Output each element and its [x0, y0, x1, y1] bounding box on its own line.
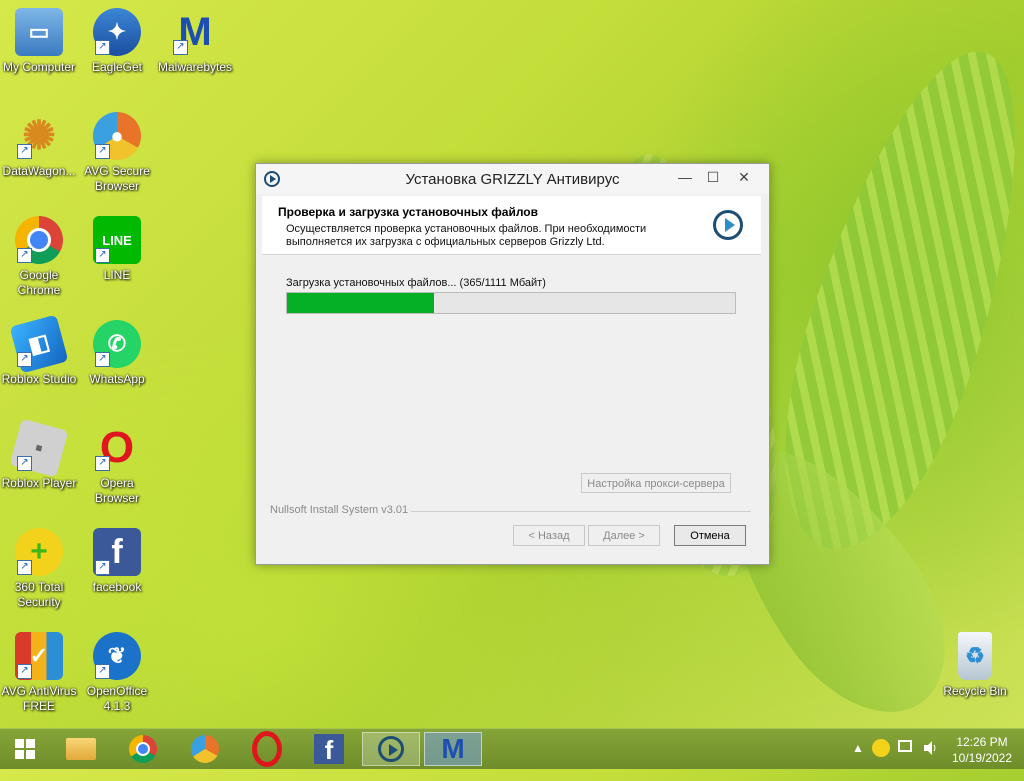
file-explorer-icon[interactable]: [56, 732, 106, 766]
desktop-icon-avg-antivirus[interactable]: ✓ ↗ AVG AntiVirus FREE: [0, 632, 78, 714]
shortcut-arrow-icon: ↗: [95, 664, 110, 679]
desktop-icon-opera[interactable]: O ↗ Opera Browser: [78, 423, 156, 506]
desktop-icon-360-total-security[interactable]: + ↗ 360 Total Security: [0, 528, 78, 610]
close-button[interactable]: ✕: [722, 166, 766, 188]
computer-icon: ▭: [15, 8, 63, 56]
cancel-button[interactable]: Отмена: [674, 525, 746, 546]
avg-browser-icon[interactable]: [180, 732, 230, 766]
network-icon[interactable]: [898, 740, 912, 780]
nsis-branding: Nullsoft Install System v3.01: [270, 504, 409, 516]
shortcut-arrow-icon: ↗: [95, 560, 110, 575]
desktop-icon-eagleget[interactable]: ✦ ↗ EagleGet: [78, 8, 156, 75]
desktop-icon-line[interactable]: LINE ↗ LINE: [78, 216, 156, 283]
shortcut-arrow-icon: ↗: [17, 664, 32, 679]
shortcut-arrow-icon: ↗: [95, 352, 110, 367]
desktop-icon-roblox-studio[interactable]: ◧ ↗ Roblox Studio: [0, 314, 78, 387]
step-title: Проверка и загрузка установочных файлов: [278, 205, 538, 219]
installer-header: Проверка и загрузка установочных файлов …: [262, 196, 761, 255]
shortcut-arrow-icon: ↗: [95, 40, 110, 55]
clock-time: 12:26 PM: [956, 735, 1008, 749]
next-button[interactable]: Далее >: [588, 525, 660, 546]
opera-icon[interactable]: [242, 731, 292, 767]
system-clock[interactable]: 12:26 PM 10/19/2022: [948, 734, 1016, 766]
volume-icon[interactable]: [922, 740, 938, 780]
minimize-button[interactable]: —: [671, 166, 699, 188]
back-button[interactable]: < Назад: [513, 525, 585, 546]
taskbar: f M ▲ 12:26 PM 10/19/2022: [0, 728, 1024, 769]
tray-chevron-button[interactable]: ▲: [852, 741, 864, 781]
step-description: Осуществляется проверка установочных фай…: [286, 223, 647, 248]
download-progress-bar: [286, 292, 736, 314]
desktop-icon-facebook[interactable]: f ↗ facebook: [78, 528, 156, 595]
facebook-icon[interactable]: f: [304, 732, 354, 766]
desktop-icon-roblox-player[interactable]: ▪ ↗ Roblox Player: [0, 418, 78, 491]
shortcut-arrow-icon: ↗: [95, 456, 110, 471]
chrome-icon[interactable]: [118, 732, 168, 766]
shortcut-arrow-icon: ↗: [95, 248, 110, 263]
shortcut-arrow-icon: ↗: [17, 352, 32, 367]
shortcut-arrow-icon: ↗: [173, 40, 188, 55]
malwarebytes-icon[interactable]: M: [424, 732, 482, 766]
desktop-icon-google-chrome[interactable]: ↗ Google Chrome: [0, 216, 78, 298]
desktop-icon-recycle-bin[interactable]: ♻ Recycle Bin: [936, 632, 1014, 699]
desktop-icon-avg-secure-browser[interactable]: ● ↗ AVG Secure Browser: [78, 112, 156, 194]
shortcut-arrow-icon: ↗: [17, 560, 32, 575]
desktop-icon-malwarebytes[interactable]: M ↗ Malwarebytes: [156, 8, 234, 75]
title-bar[interactable]: Установка GRIZZLY Антивирус — ☐ ✕: [256, 164, 769, 194]
desktop-icon-whatsapp[interactable]: ✆ ↗ WhatsApp: [78, 320, 156, 387]
proxy-settings-button[interactable]: Настройка прокси-сервера: [581, 473, 731, 493]
progress-fill: [287, 293, 435, 313]
windows-start-icon[interactable]: [0, 732, 50, 766]
clock-date: 10/19/2022: [951, 751, 1013, 765]
shortcut-arrow-icon: ↗: [95, 144, 110, 159]
shortcut-arrow-icon: ↗: [17, 248, 32, 263]
shortcut-arrow-icon: ↗: [17, 456, 32, 471]
installer-icon[interactable]: [362, 732, 420, 766]
installer-window[interactable]: Установка GRIZZLY Антивирус — ☐ ✕ Провер…: [255, 163, 770, 565]
tray-security-icon[interactable]: [872, 739, 890, 779]
download-status: Загрузка установочных файлов... (365/111…: [286, 277, 546, 289]
desktop-icon-openoffice[interactable]: ❦ ↗ OpenOffice 4.1.3: [78, 632, 156, 714]
divider: [411, 511, 751, 512]
desktop-icon-my-computer[interactable]: ▭ My Computer: [0, 8, 78, 75]
desktop-icon-datawagon[interactable]: ✺ ↗ DataWagon...: [0, 112, 78, 179]
shortcut-arrow-icon: ↗: [17, 144, 32, 159]
recycle-bin-icon: ♻: [958, 632, 992, 680]
grizzly-logo-icon: [713, 210, 743, 240]
